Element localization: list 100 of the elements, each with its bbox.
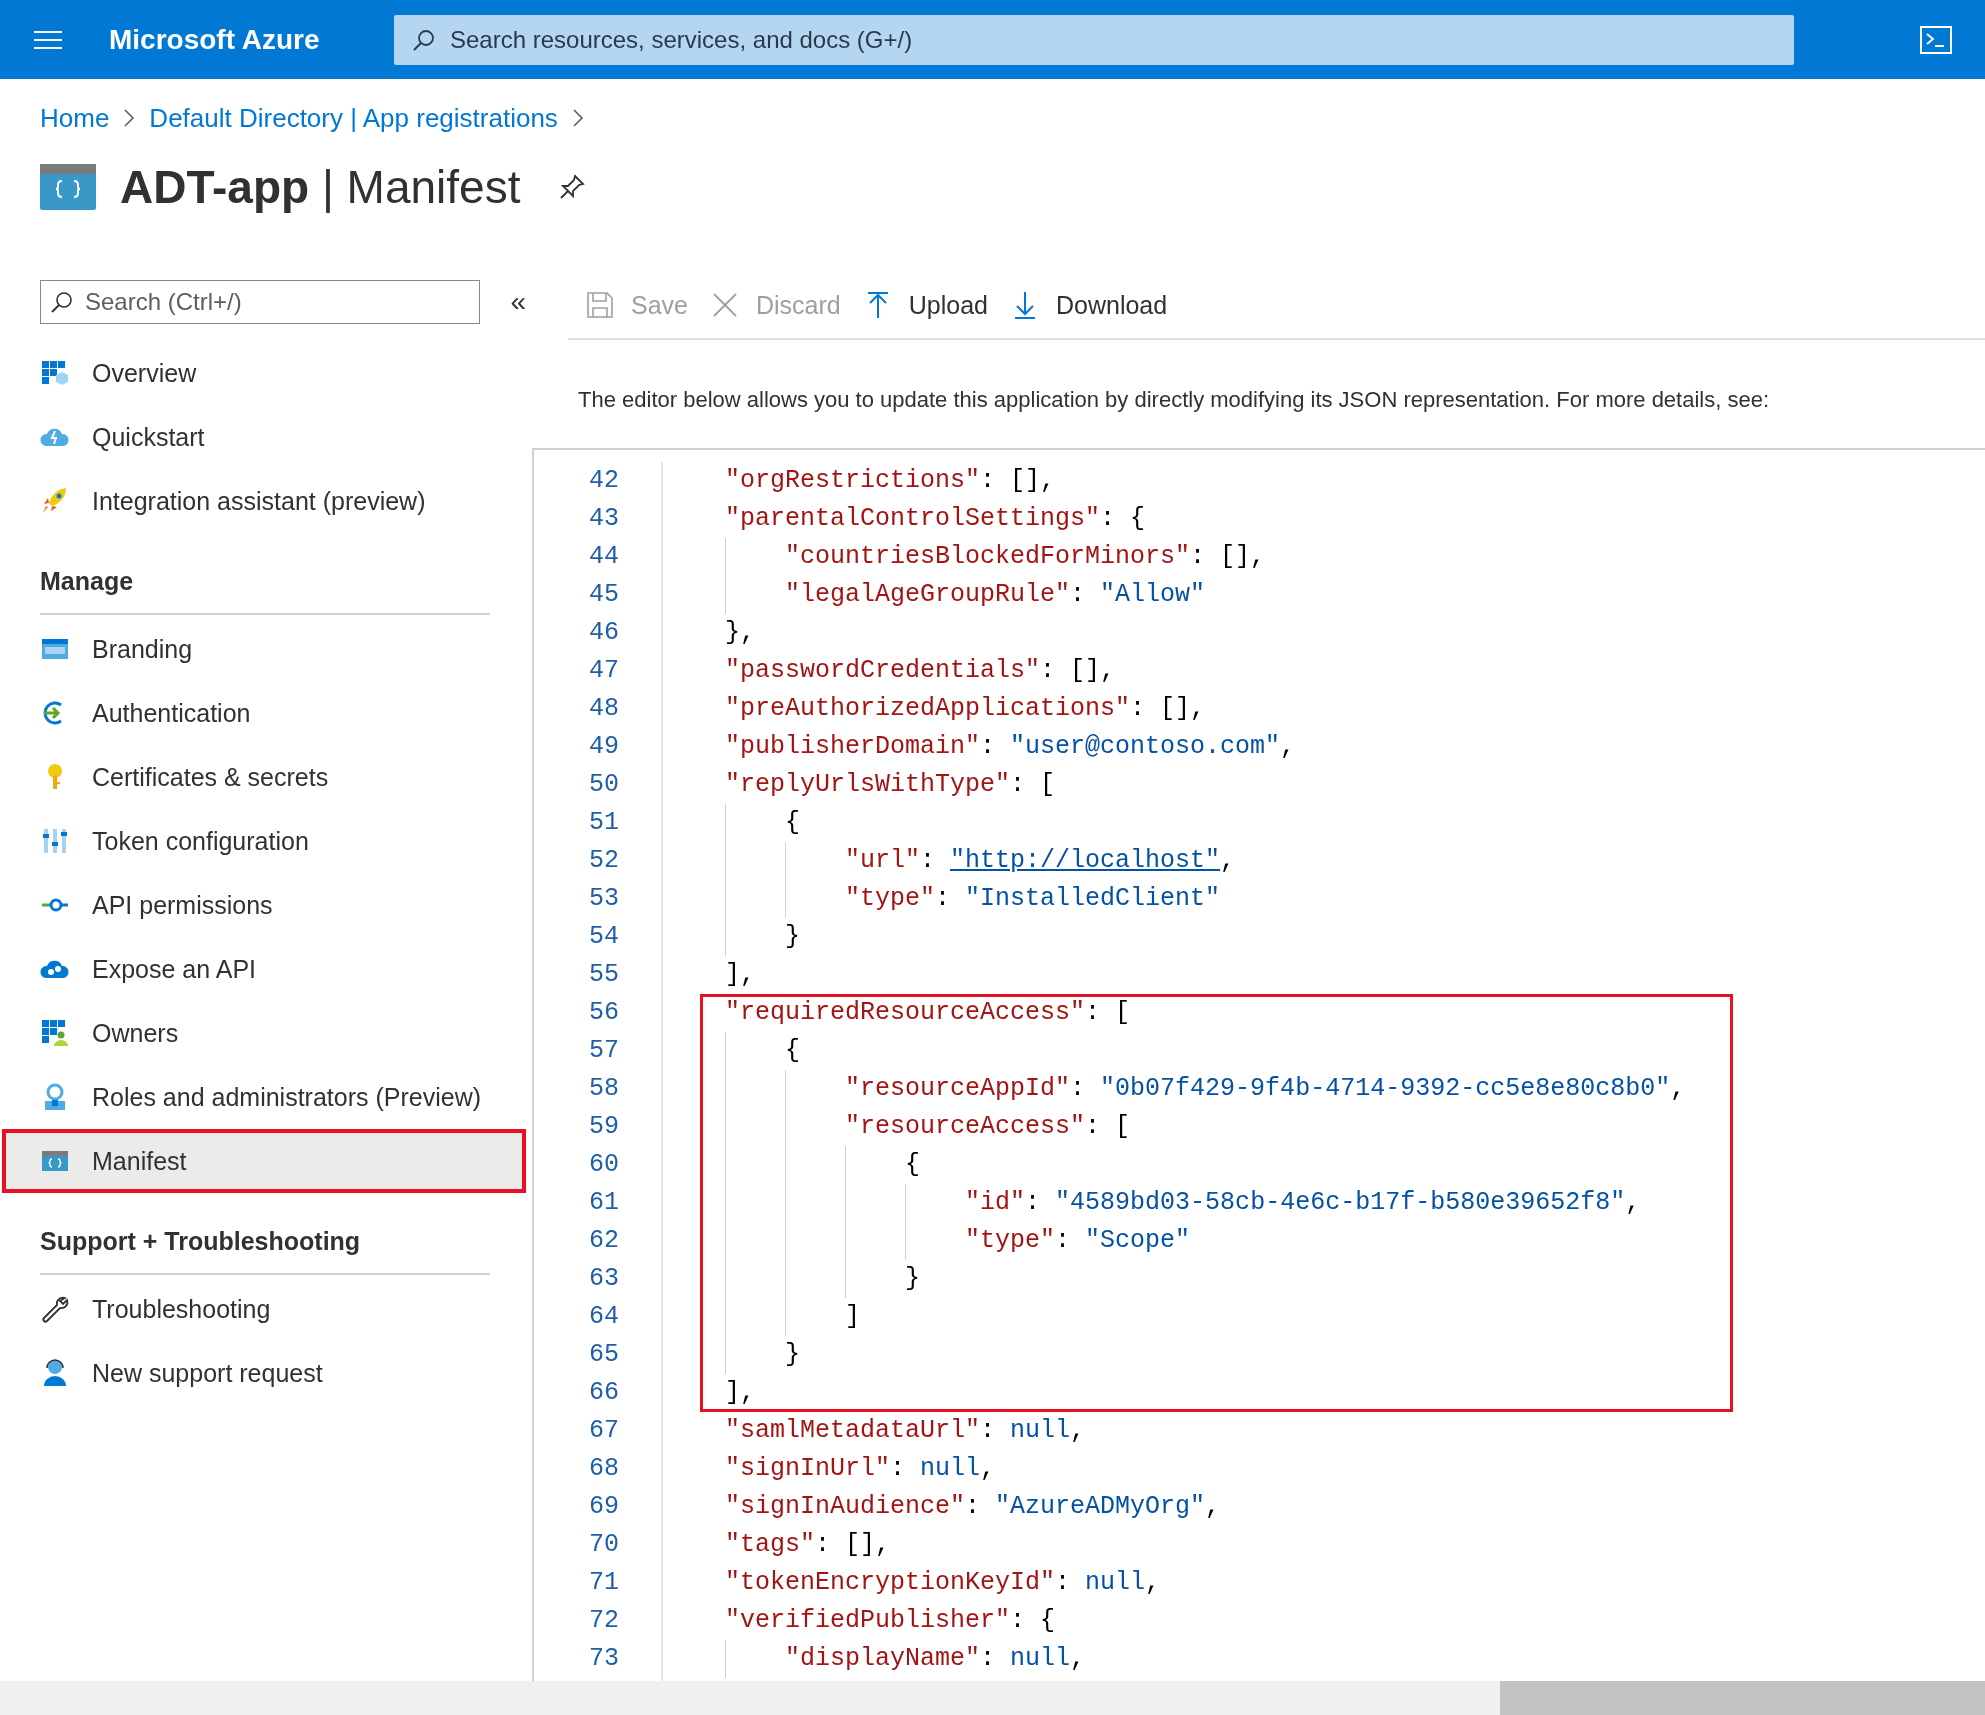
sidebar-item[interactable]: Roles and administrators (Preview) bbox=[2, 1065, 526, 1129]
line-number: 62 bbox=[588, 1225, 620, 1257]
code-line: "verifiedPublisher": { bbox=[724, 1605, 1057, 1637]
line-number: 49 bbox=[588, 731, 620, 763]
code-line: "type": "Scope" bbox=[700, 1222, 1733, 1260]
code-line: "parentalControlSettings": { bbox=[724, 503, 1147, 535]
code-line: "orgRestrictions": [], bbox=[724, 465, 1057, 497]
description-text: The editor below allows you to update this application by directly modifying its JSON representation. For more details, see: bbox=[578, 386, 1771, 414]
sidebar-item[interactable]: Troubleshooting bbox=[2, 1277, 526, 1341]
code-line: { bbox=[700, 1032, 1733, 1070]
code-line: "passwordCredentials": [], bbox=[724, 655, 1117, 687]
line-number: 54 bbox=[588, 921, 620, 953]
line-number: 48 bbox=[588, 693, 620, 725]
code-line: "replyUrlsWithType": [ bbox=[724, 769, 1057, 801]
line-number: 45 bbox=[588, 579, 620, 611]
code-line: "type": "InstalledClient" bbox=[700, 880, 1733, 918]
code-line: "resourceAccess": [ bbox=[700, 1108, 1733, 1146]
line-number: 56 bbox=[588, 997, 620, 1029]
code-line: "signInAudience": "AzureADMyOrg", bbox=[724, 1491, 1222, 1523]
terminal-icon[interactable] bbox=[1920, 25, 1952, 54]
line-number: 43 bbox=[588, 503, 620, 535]
line-number: 46 bbox=[588, 617, 620, 649]
code-line: ], bbox=[724, 959, 756, 991]
code-line: { bbox=[700, 804, 1733, 842]
section-heading: Support + Troubleshooting bbox=[40, 1226, 362, 1257]
code-line: "displayName": null, bbox=[700, 1640, 1733, 1678]
code-line: ], bbox=[700, 1374, 1733, 1412]
sidebar-item[interactable]: Overview bbox=[2, 341, 526, 405]
collapse-button[interactable]: « bbox=[506, 286, 530, 318]
sidebar-item[interactable]: Authentication bbox=[2, 681, 526, 745]
line-number: 67 bbox=[588, 1415, 620, 1447]
line-number: 60 bbox=[588, 1149, 620, 1181]
code-line: "preAuthorizedApplications": [], bbox=[724, 693, 1207, 725]
sliders-icon bbox=[40, 826, 70, 856]
scrollbar-thumb[interactable] bbox=[1500, 1681, 1985, 1715]
code-line: "tokenEncryptionKeyId": null, bbox=[724, 1567, 1162, 1599]
code-line: }, bbox=[724, 617, 756, 649]
line-number: 63 bbox=[588, 1263, 620, 1295]
manifest-icon bbox=[40, 164, 96, 210]
code-line: } bbox=[700, 1336, 1733, 1374]
code-line: "publisherDomain": "user@contoso.com", bbox=[724, 731, 1297, 763]
code-line: ] bbox=[700, 1298, 1733, 1336]
grid-person-icon bbox=[40, 1018, 70, 1048]
grid-cube-icon bbox=[40, 358, 70, 388]
line-number: 65 bbox=[588, 1339, 620, 1371]
code-line: { bbox=[700, 1146, 1733, 1184]
code-line: "tags": [], bbox=[724, 1529, 892, 1561]
code-line: "requiredResourceAccess": [ bbox=[700, 994, 1733, 1032]
brand-name[interactable]: Microsoft Azure bbox=[109, 23, 392, 56]
toolbar-button[interactable]: Upload bbox=[858, 284, 1000, 326]
url-link[interactable]: "http://localhost" bbox=[950, 842, 1221, 880]
line-number: 66 bbox=[588, 1377, 620, 1409]
pin-icon[interactable] bbox=[558, 173, 587, 201]
toolbar-button[interactable]: Download bbox=[1005, 284, 1180, 326]
line-number: 50 bbox=[588, 769, 620, 801]
line-number: 64 bbox=[588, 1301, 620, 1333]
search-field[interactable]: Search resources, services, and docs (G+/) bbox=[394, 14, 1794, 65]
code-line: "signInUrl": null, bbox=[724, 1453, 997, 1485]
line-number: 44 bbox=[588, 541, 620, 573]
search-field[interactable]: Search (Ctrl+/) bbox=[40, 280, 481, 324]
line-number: 51 bbox=[588, 807, 620, 839]
sidebar-item[interactable]: Branding bbox=[2, 617, 526, 681]
menu-icon[interactable] bbox=[34, 29, 62, 50]
wrench-icon bbox=[40, 1294, 70, 1324]
chevron-right-icon bbox=[123, 108, 136, 128]
breadcrumb-link[interactable]: Default Directory | App registrations bbox=[149, 102, 558, 134]
sidebar-item[interactable]: Manifest bbox=[2, 1129, 526, 1193]
line-number: 53 bbox=[588, 883, 620, 915]
section-heading: Manage bbox=[40, 566, 135, 597]
page-title: ADT-app | Manifest bbox=[120, 160, 521, 214]
line-number: 61 bbox=[588, 1187, 620, 1219]
sidebar-item[interactable]: Certificates & secrets bbox=[2, 745, 526, 809]
search-icon bbox=[412, 27, 436, 52]
line-number: 47 bbox=[588, 655, 620, 687]
sidebar-item[interactable]: Expose an API bbox=[2, 937, 526, 1001]
sidebar-item[interactable]: Token configuration bbox=[2, 809, 526, 873]
line-number: 70 bbox=[588, 1529, 620, 1561]
code-line: "countriesBlockedForMinors": [], bbox=[700, 538, 1733, 576]
sidebar-item[interactable]: New support request bbox=[2, 1341, 526, 1405]
search-icon bbox=[50, 290, 74, 314]
horizontal-scrollbar[interactable] bbox=[0, 1681, 1985, 1715]
line-number: 69 bbox=[588, 1491, 620, 1523]
chevron-right-icon bbox=[571, 108, 584, 128]
sidebar-item[interactable]: Quickstart bbox=[2, 405, 526, 469]
sidebar-item[interactable]: Owners bbox=[2, 1001, 526, 1065]
line-number: 55 bbox=[588, 959, 620, 991]
code-line: "resourceAppId": "0b07f429-9f4b-4714-9392-cc5e8e80c8b0", bbox=[700, 1070, 1733, 1108]
line-number: 42 bbox=[588, 465, 620, 497]
code-line: } bbox=[700, 1260, 1733, 1298]
sidebar-item[interactable]: API permissions bbox=[2, 873, 526, 937]
code-line: "id": "4589bd03-58cb-4e6c-b17f-b580e39652f8", bbox=[700, 1184, 1733, 1222]
line-number: 73 bbox=[588, 1643, 620, 1675]
line-number: 68 bbox=[588, 1453, 620, 1485]
line-number: 59 bbox=[588, 1111, 620, 1143]
code-line: "legalAgeGroupRule": "Allow" bbox=[700, 576, 1733, 614]
code-line: } bbox=[700, 918, 1733, 956]
line-number: 57 bbox=[588, 1035, 620, 1067]
line-number: 58 bbox=[588, 1073, 620, 1105]
breadcrumb-link[interactable]: Home bbox=[40, 102, 110, 134]
sidebar-item[interactable]: Integration assistant (preview) bbox=[2, 469, 526, 533]
